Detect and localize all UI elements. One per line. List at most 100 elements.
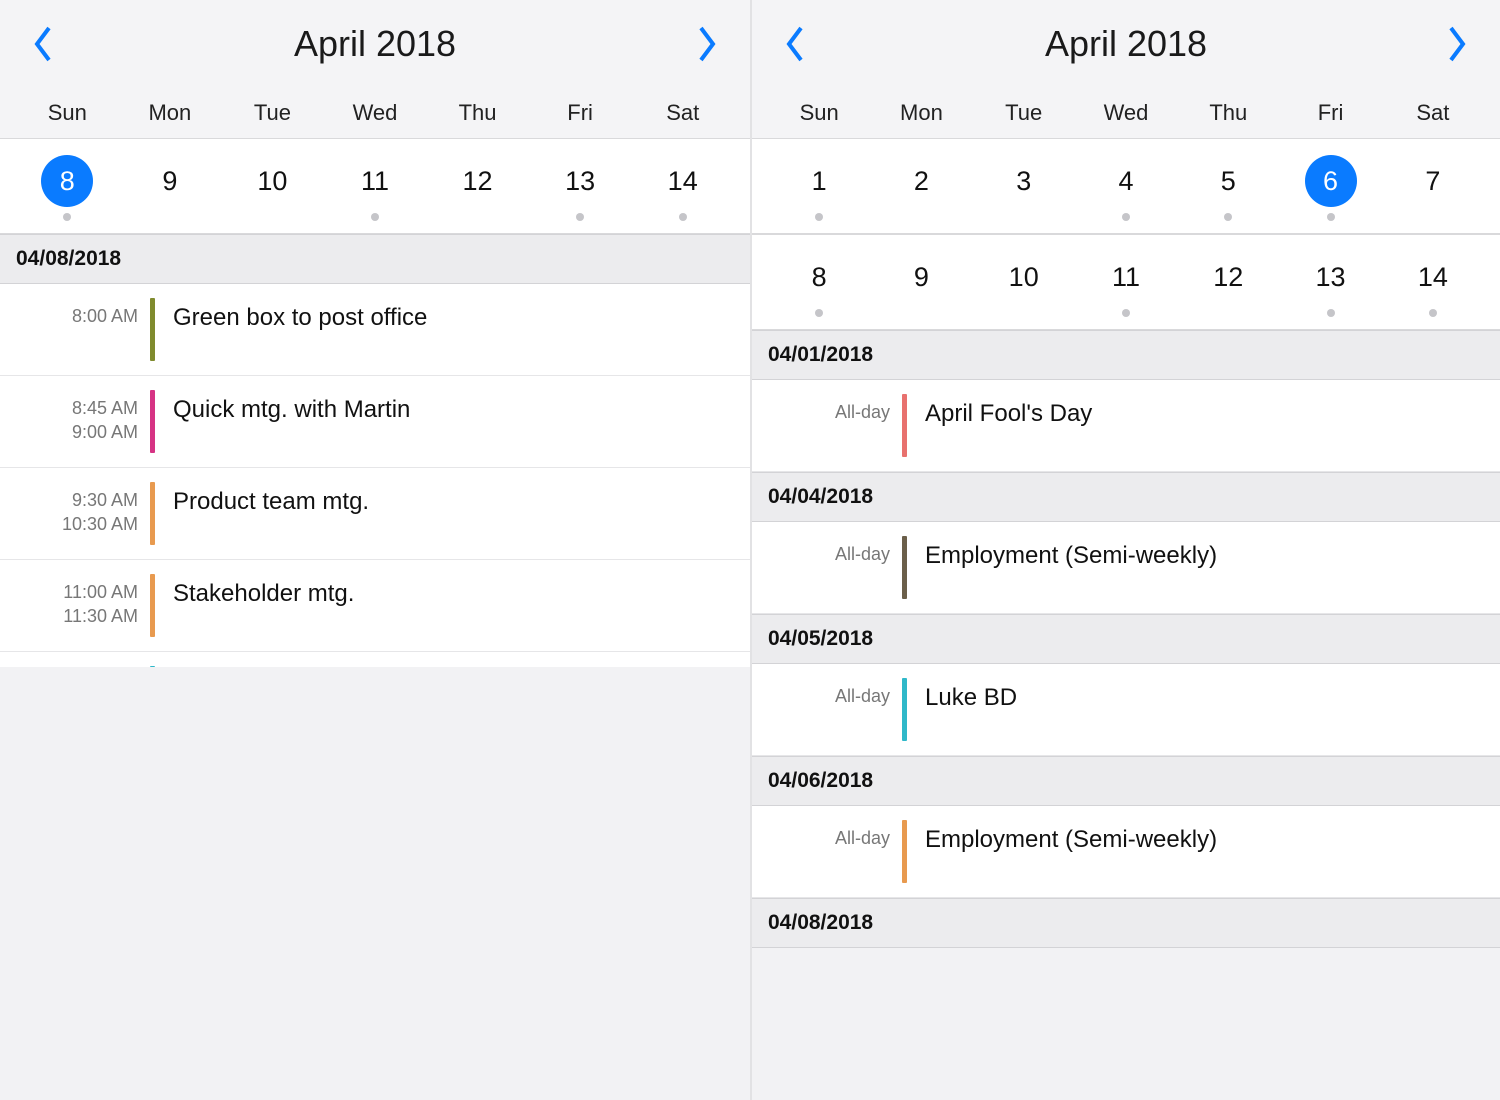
weekday-label: Sun [768,100,870,126]
weekday-label: Sat [1382,100,1484,126]
event-dot-icon [1327,309,1335,317]
month-header: April 2018 [0,0,750,94]
weekday-label: Fri [529,100,632,126]
event-row[interactable]: All-dayEmployment (Semi-weekly) [752,806,1500,898]
day-number: 3 [998,155,1050,207]
weekday-label: Tue [973,100,1075,126]
weekday-label: Mon [870,100,972,126]
event-dot-icon [576,213,584,221]
event-dot-icon [815,213,823,221]
day-number: 6 [1305,155,1357,207]
event-dot-icon [1122,213,1130,221]
weekday-label: Sun [16,100,119,126]
event-time: All-day [752,664,902,755]
event-time: 8:45 AM9:00 AM [0,376,150,467]
weekday-row: SunMonTueWedThuFriSat [752,94,1500,138]
event-dot-icon [1327,213,1335,221]
weekday-label: Wed [324,100,427,126]
event-row[interactable]: 11:00 AM11:30 AMStakeholder mtg. [0,560,750,652]
day-number: 9 [144,155,196,207]
day-cell[interactable]: 13 [529,151,632,225]
event-dot-icon [1122,309,1130,317]
weekday-label: Sat [631,100,734,126]
day-cell[interactable]: 3 [973,151,1075,225]
day-cell[interactable]: 5 [1177,151,1279,225]
weekday-label: Tue [221,100,324,126]
day-number: 12 [1202,251,1254,303]
week-row: 89 10 11 1213 14 [0,138,750,234]
event-time: All-day [752,522,902,613]
day-cell[interactable]: 2 [870,151,972,225]
date-section-header: 04/08/2018 [0,234,750,284]
date-section-header: 04/05/2018 [752,614,1500,664]
event-title: April Fool's Day [907,380,1500,471]
agenda-list: 04/01/2018All-dayApril Fool's Day04/04/2… [752,330,1500,1100]
day-cell[interactable]: 12 [426,151,529,225]
weekday-row: SunMonTueWedThuFriSat [0,94,750,138]
event-row[interactable]: All-dayLuke BD [752,664,1500,756]
day-number: 10 [246,155,298,207]
weekday-label: Thu [426,100,529,126]
day-cell[interactable]: 9 [119,151,222,225]
month-header: April 2018 [752,0,1500,94]
day-cell[interactable]: 10 [221,151,324,225]
date-section-header: 04/08/2018 [752,898,1500,948]
day-number: 5 [1202,155,1254,207]
event-title: Green box to post office [155,284,750,375]
day-cell[interactable]: 14 [631,151,734,225]
event-row[interactable]: 1:00 PM1:30 PMLunch @ Butcher's [0,652,750,667]
weekday-label: Thu [1177,100,1279,126]
day-number: 9 [895,251,947,303]
day-number: 1 [793,155,845,207]
day-cell[interactable]: 9 [870,247,972,321]
day-cell[interactable]: 8 [768,247,870,321]
day-number: 10 [998,251,1050,303]
month-title: April 2018 [1045,23,1207,65]
calendar-panel-right: April 2018 SunMonTueWedThuFriSat 1234567… [750,0,1500,1100]
day-cell[interactable]: 10 [973,247,1075,321]
day-cell[interactable]: 13 [1279,247,1381,321]
day-cell[interactable]: 8 [16,151,119,225]
date-section-header: 04/04/2018 [752,472,1500,522]
prev-month-button[interactable] [24,18,60,70]
day-cell[interactable]: 11 [324,151,427,225]
empty-space [0,667,750,1100]
month-title: April 2018 [294,23,456,65]
event-dot-icon [371,213,379,221]
next-month-button[interactable] [690,18,726,70]
day-number: 11 [349,155,401,207]
day-cell[interactable]: 12 [1177,247,1279,321]
event-title: Lunch @ Butcher's [155,652,750,667]
day-number: 7 [1407,155,1459,207]
event-time: 9:30 AM10:30 AM [0,468,150,559]
day-cell[interactable]: 4 [1075,151,1177,225]
agenda-list: 04/08/20188:00 AMGreen box to post offic… [0,234,750,667]
day-number: 14 [1407,251,1459,303]
event-title: Quick mtg. with Martin [155,376,750,467]
week-row: 1234567 [752,138,1500,234]
day-number: 4 [1100,155,1152,207]
day-cell[interactable]: 6 [1279,151,1381,225]
event-dot-icon [1429,309,1437,317]
event-dot-icon [1224,213,1232,221]
day-number: 14 [657,155,709,207]
next-month-button[interactable] [1440,18,1476,70]
event-row[interactable]: 8:45 AM9:00 AMQuick mtg. with Martin [0,376,750,468]
event-row[interactable]: All-dayEmployment (Semi-weekly) [752,522,1500,614]
weekday-label: Fri [1279,100,1381,126]
week-row: 89 10 11 12 13 14 [752,234,1500,330]
day-cell[interactable]: 1 [768,151,870,225]
event-dot-icon [63,213,71,221]
event-row[interactable]: 8:00 AMGreen box to post office [0,284,750,376]
weekday-label: Wed [1075,100,1177,126]
event-title: Employment (Semi-weekly) [907,522,1500,613]
event-dot-icon [679,213,687,221]
event-row[interactable]: All-dayApril Fool's Day [752,380,1500,472]
day-cell[interactable]: 7 [1382,151,1484,225]
event-row[interactable]: 9:30 AM10:30 AMProduct team mtg. [0,468,750,560]
day-number: 8 [793,251,845,303]
day-cell[interactable]: 14 [1382,247,1484,321]
prev-month-button[interactable] [776,18,812,70]
event-title: Product team mtg. [155,468,750,559]
day-cell[interactable]: 11 [1075,247,1177,321]
